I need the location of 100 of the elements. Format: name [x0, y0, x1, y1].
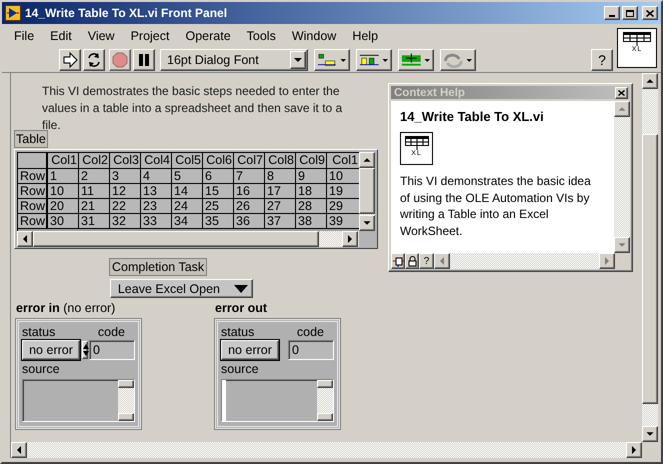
scroll-up-button[interactable]: [359, 152, 375, 168]
scroll-right-button[interactable]: [626, 442, 642, 458]
menu-item[interactable]: Help: [344, 26, 386, 44]
table-cell[interactable]: 4: [141, 169, 172, 184]
table-cell[interactable]: 23: [141, 199, 172, 214]
scroll-left-button[interactable]: [434, 253, 450, 269]
vertical-scrollbar[interactable]: [118, 380, 134, 421]
increment-control[interactable]: [82, 341, 88, 359]
close-button[interactable]: [642, 6, 658, 20]
vertical-scrollbar[interactable]: [614, 101, 630, 253]
table-cell[interactable]: 33: [141, 214, 172, 229]
table-cell[interactable]: 37: [265, 214, 296, 229]
table-cell[interactable]: 39: [327, 214, 359, 229]
abort-button[interactable]: [109, 48, 131, 70]
scroll-thumb[interactable]: [642, 134, 658, 404]
scroll-right-button[interactable]: [342, 231, 358, 247]
menu-item[interactable]: Window: [284, 26, 344, 44]
vertical-scrollbar[interactable]: [642, 73, 658, 442]
scroll-up-button[interactable]: [317, 380, 333, 388]
table-cell[interactable]: 38: [296, 214, 327, 229]
table-cell[interactable]: 11: [79, 184, 110, 199]
help-button[interactable]: ?: [419, 253, 434, 269]
status-button[interactable]: no error: [22, 340, 80, 360]
table-cell[interactable]: 26: [234, 199, 265, 214]
menu-item[interactable]: Project: [122, 26, 178, 44]
scroll-up-button[interactable]: [614, 101, 630, 117]
table-cell[interactable]: 36: [234, 214, 265, 229]
table-cell[interactable]: 5: [172, 169, 203, 184]
close-button[interactable]: [615, 86, 628, 98]
table-cell[interactable]: 32: [110, 214, 141, 229]
code-field[interactable]: 0: [89, 340, 135, 360]
table-cell[interactable]: 24: [172, 199, 203, 214]
table-cell[interactable]: 22: [110, 199, 141, 214]
menu-item[interactable]: Operate: [177, 26, 239, 44]
table-cell[interactable]: 30: [48, 214, 79, 229]
block-diagram-button[interactable]: [391, 253, 406, 269]
scroll-thumb[interactable]: [33, 231, 319, 247]
table-cell[interactable]: 19: [327, 184, 359, 199]
help-button[interactable]: ?: [591, 48, 613, 70]
table-cell[interactable]: 10: [48, 184, 79, 199]
table-cell[interactable]: 18: [296, 184, 327, 199]
vertical-scrollbar[interactable]: [359, 152, 375, 231]
table-cell[interactable]: 15: [203, 184, 234, 199]
menu-item[interactable]: File: [6, 26, 42, 44]
table-cell[interactable]: 21: [79, 199, 110, 214]
align-button[interactable]: [314, 48, 350, 70]
maximize-button[interactable]: [622, 6, 638, 20]
font-dropdown[interactable]: 16pt Dialog Font: [160, 48, 308, 70]
resize-button[interactable]: [398, 48, 434, 70]
run-continuously-button[interactable]: [83, 48, 105, 70]
scroll-down-button[interactable]: [118, 413, 134, 421]
menu-item[interactable]: Edit: [42, 26, 80, 44]
table-cell[interactable]: 16: [234, 184, 265, 199]
status-button[interactable]: no error: [221, 340, 279, 360]
table-cell[interactable]: 13: [141, 184, 172, 199]
lock-button[interactable]: [405, 253, 420, 269]
table-cell[interactable]: 9: [296, 169, 327, 184]
table-cell[interactable]: 10: [327, 169, 359, 184]
table-cell[interactable]: 25: [203, 199, 234, 214]
table-cell[interactable]: 20: [48, 199, 79, 214]
pause-button[interactable]: [133, 48, 155, 70]
horizontal-scrollbar[interactable]: [17, 231, 359, 247]
source-field[interactable]: [22, 379, 135, 422]
table-cell[interactable]: 35: [203, 214, 234, 229]
reorder-button[interactable]: [440, 48, 476, 70]
menu-item[interactable]: View: [80, 26, 123, 44]
horizontal-scrollbar[interactable]: [434, 253, 615, 269]
scroll-up-button[interactable]: [118, 380, 134, 388]
menu-item[interactable]: Tools: [238, 26, 284, 44]
scroll-thumb[interactable]: [359, 168, 375, 214]
horizontal-scrollbar[interactable]: [11, 442, 642, 458]
table-cell[interactable]: 29: [327, 199, 359, 214]
scroll-down-button[interactable]: [359, 215, 375, 231]
minimize-button[interactable]: [604, 6, 620, 20]
scroll-up-button[interactable]: [642, 73, 658, 89]
table-cell[interactable]: 7: [234, 169, 265, 184]
scroll-down-button[interactable]: [317, 413, 333, 421]
table-cell[interactable]: 14: [172, 184, 203, 199]
completion-task-dropdown[interactable]: Leave Excel Open: [110, 279, 253, 298]
dropdown-value: Leave Excel Open: [118, 282, 220, 296]
pause-icon: [136, 52, 152, 68]
vertical-scrollbar[interactable]: [317, 380, 333, 421]
table-cell[interactable]: 3: [110, 169, 141, 184]
table-cell[interactable]: 34: [172, 214, 203, 229]
run-button[interactable]: [59, 48, 81, 70]
table-cell[interactable]: 17: [265, 184, 296, 199]
table-cell[interactable]: 8: [265, 169, 296, 184]
table-cell[interactable]: 1: [48, 169, 79, 184]
scroll-down-button[interactable]: [614, 237, 630, 253]
distribute-button[interactable]: [356, 48, 392, 70]
table-cell[interactable]: 6: [203, 169, 234, 184]
table-cell[interactable]: 28: [296, 199, 327, 214]
table-cell[interactable]: 12: [110, 184, 141, 199]
table-cell[interactable]: 2: [79, 169, 110, 184]
table-cell[interactable]: 27: [265, 199, 296, 214]
scroll-right-button[interactable]: [598, 253, 615, 269]
table-cell[interactable]: 31: [79, 214, 110, 229]
scroll-left-button[interactable]: [17, 231, 33, 247]
scroll-down-button[interactable]: [642, 426, 658, 442]
scroll-left-button[interactable]: [11, 442, 27, 458]
